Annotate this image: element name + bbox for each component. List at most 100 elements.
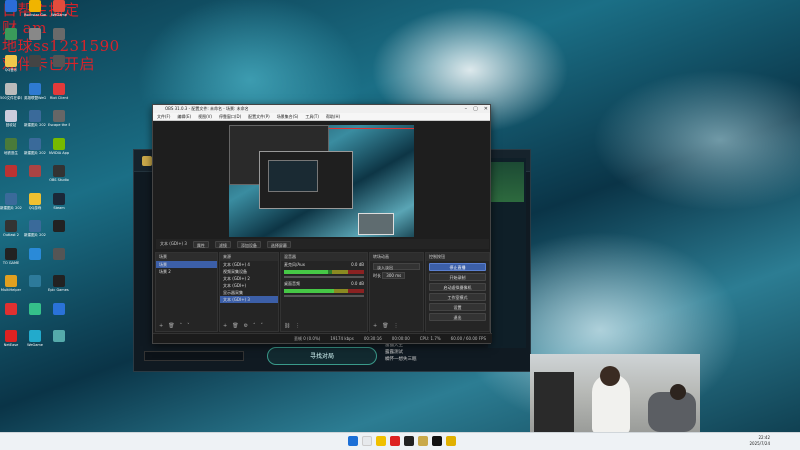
desktop-icon[interactable] xyxy=(24,27,46,52)
desktop-icon[interactable] xyxy=(48,55,70,79)
menu-docks[interactable]: 停靠窗口(D) xyxy=(219,113,241,120)
desktop-icon[interactable]: Riot Client xyxy=(48,82,70,107)
delete-icon[interactable]: 🗑 xyxy=(168,323,174,329)
add-device-button[interactable]: 添加设备 xyxy=(236,240,261,248)
game-promo-panel[interactable] xyxy=(490,162,524,202)
menu-tools[interactable]: 工具(T) xyxy=(305,113,319,120)
desktop-icon[interactable]: NVIDIA App xyxy=(48,137,70,162)
menu-file[interactable]: 文件(F) xyxy=(157,113,170,120)
up-icon[interactable]: ˄ xyxy=(253,323,256,329)
desktop-icon[interactable]: Escape the Backrooms xyxy=(48,110,70,134)
desktop-icon[interactable] xyxy=(24,247,46,272)
up-icon[interactable]: ˄ xyxy=(180,323,183,329)
source-item[interactable]: 文本 (GDI+) 2 xyxy=(220,275,278,282)
desktop-icon[interactable]: 地铁逃生 xyxy=(0,137,22,162)
select-screen-button[interactable]: 选择屏幕 xyxy=(266,240,291,248)
desktop-icon[interactable]: TO GAME xyxy=(0,247,22,272)
desktop-icon[interactable]: QQ音乐 xyxy=(0,55,22,79)
friend-item[interactable]: 露露测试 xyxy=(385,349,475,356)
desktop-icon[interactable]: Rockstar Games Launcher xyxy=(24,0,46,24)
riot-taskbar-icon[interactable] xyxy=(432,436,442,446)
netease-music-icon[interactable] xyxy=(390,436,400,446)
settings-button[interactable]: 设置 xyxy=(429,303,486,311)
filters-button[interactable]: 滤镜 xyxy=(214,240,231,248)
desktop-icon[interactable] xyxy=(48,220,70,244)
add-icon[interactable]: + xyxy=(223,323,227,329)
desktop-icon[interactable] xyxy=(24,275,46,299)
duration-input[interactable]: 300 ms xyxy=(382,272,406,279)
delete-icon[interactable]: 🗑 xyxy=(232,323,238,329)
start-recording-button[interactable]: 开始录制 xyxy=(429,273,486,281)
volume-slider[interactable] xyxy=(284,276,364,278)
obs-taskbar-icon[interactable] xyxy=(404,436,414,446)
virtual-camera-button[interactable]: 启动虚拟摄像机 xyxy=(429,283,486,291)
more-icon[interactable]: ⋮ xyxy=(295,323,300,329)
stop-streaming-button[interactable]: 停止直播 xyxy=(429,263,486,271)
menu-scene-collection[interactable]: 场景集合(S) xyxy=(277,113,299,120)
desktop-icon[interactable]: 英雄联盟WeGame版 xyxy=(24,82,46,107)
desktop-icon[interactable] xyxy=(24,165,46,189)
more-icon[interactable]: ⋮ xyxy=(394,323,399,329)
desktop-icon[interactable]: 500文件在单词 xyxy=(0,82,22,107)
desktop-icon[interactable] xyxy=(0,302,22,327)
desktop-icon[interactable]: WeGame xyxy=(24,330,46,354)
find-match-button[interactable]: 寻找对局 xyxy=(267,347,377,365)
down-icon[interactable]: ˅ xyxy=(187,323,190,329)
exit-button[interactable]: 退出 xyxy=(429,313,486,321)
link-icon[interactable]: ⛓ xyxy=(284,323,290,329)
menu-help[interactable]: 帮助(H) xyxy=(326,113,340,120)
volume-slider[interactable] xyxy=(284,295,364,297)
desktop-icon[interactable] xyxy=(24,302,46,327)
game-taskbar-icon[interactable] xyxy=(418,436,428,446)
app-taskbar-icon[interactable] xyxy=(446,436,456,446)
obs-preview[interactable] xyxy=(229,125,414,237)
obs-window[interactable]: OBS 31.0.3 - 配置文件: 未命名 - 场景: 未命名 – ▢ ✕ 文… xyxy=(152,104,492,344)
desktop-icon[interactable] xyxy=(24,55,46,79)
source-item[interactable]: 文本 (GDI+) xyxy=(220,282,278,289)
windows-start-icon[interactable] xyxy=(348,436,358,446)
transition-select[interactable]: 淡入淡出 xyxy=(373,263,420,270)
menu-edit[interactable]: 编辑(E) xyxy=(177,113,191,120)
desktop-icon[interactable] xyxy=(0,0,22,24)
gear-icon[interactable]: ⚙ xyxy=(244,323,248,329)
desktop-icon[interactable]: Outlast 2 xyxy=(0,220,22,244)
source-item[interactable]: 视频采集设备 xyxy=(220,268,278,275)
desktop-icon[interactable]: QQ游戏 xyxy=(24,192,46,217)
chat-input[interactable] xyxy=(144,351,244,361)
desktop-icon[interactable] xyxy=(48,247,70,272)
scene-item[interactable]: 场景 xyxy=(156,261,217,268)
add-icon[interactable]: + xyxy=(159,323,163,329)
desktop-icon[interactable] xyxy=(48,302,70,327)
desktop-icon[interactable]: MultiHelper xyxy=(0,275,22,299)
desktop-icon[interactable]: OBS Studio xyxy=(48,165,70,189)
desktop-icon[interactable] xyxy=(0,27,22,52)
search-icon[interactable] xyxy=(362,436,372,446)
friend-item[interactable]: 橘怀一想失三眠 xyxy=(385,356,475,363)
desktop-icon[interactable] xyxy=(48,330,70,354)
desktop-icon[interactable]: NetEase xyxy=(0,330,22,354)
source-item[interactable]: 文本 (GDI+) 4 xyxy=(220,261,278,268)
source-item[interactable]: 显示器采集 xyxy=(220,289,278,296)
desktop-icon[interactable]: 新建图片 2025... xyxy=(24,137,46,162)
desktop-icon[interactable]: 回收站 xyxy=(0,110,22,134)
desktop-icon[interactable]: 新建图片 2025... xyxy=(24,220,46,244)
properties-button[interactable]: 属性 xyxy=(192,240,209,248)
minimize-icon[interactable]: – xyxy=(465,105,468,113)
file-explorer-icon[interactable] xyxy=(376,436,386,446)
down-icon[interactable]: ˅ xyxy=(261,323,264,329)
system-clock[interactable]: 22:42 2025/7/24 xyxy=(749,435,770,447)
desktop-icon[interactable]: 新建图片 2025-05... xyxy=(0,192,22,217)
add-icon[interactable]: + xyxy=(373,323,377,329)
delete-icon[interactable]: 🗑 xyxy=(382,323,388,329)
menu-profile[interactable]: 配置文件(P) xyxy=(248,113,270,120)
scene-item[interactable]: 场景 2 xyxy=(156,268,217,275)
menu-view[interactable]: 视图(V) xyxy=(198,113,212,120)
desktop-icon[interactable]: WeGame xyxy=(48,0,70,24)
desktop-icon[interactable] xyxy=(0,165,22,189)
desktop-icon[interactable]: Steam xyxy=(48,192,70,217)
source-item[interactable]: 文本 (GDI+) 3 xyxy=(220,296,278,303)
desktop-icon[interactable]: Epic Games Launcher xyxy=(48,275,70,299)
desktop-icon[interactable]: 新建图片 2025-04... xyxy=(24,110,46,134)
desktop-icon[interactable] xyxy=(48,27,70,52)
maximize-icon[interactable]: ▢ xyxy=(473,105,478,113)
